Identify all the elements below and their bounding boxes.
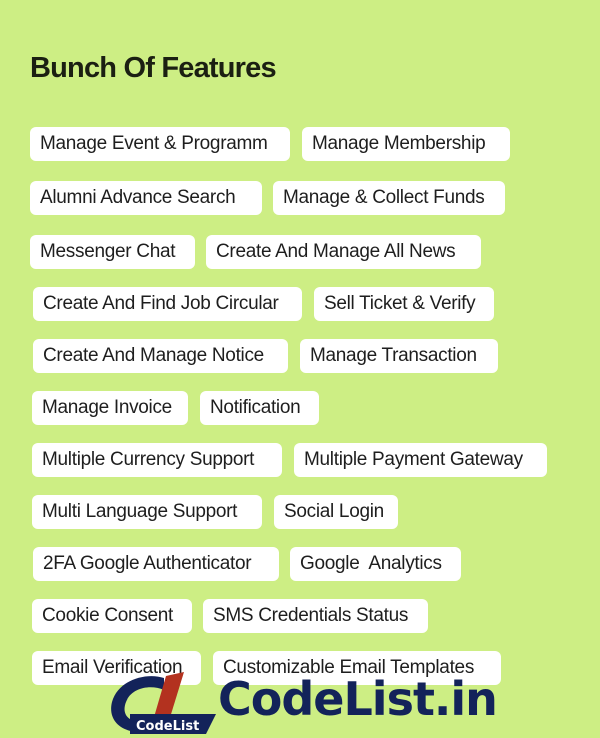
feature-chip: Multiple Currency Support bbox=[32, 443, 282, 477]
feature-chip: Google Analytics bbox=[290, 547, 461, 581]
logo-mark-label: CodeList bbox=[136, 719, 199, 734]
feature-chip: Social Login bbox=[274, 495, 398, 529]
feature-chip: Manage Membership bbox=[302, 127, 510, 161]
feature-chip: Manage Invoice bbox=[32, 391, 188, 425]
feature-chip: Create And Manage All News bbox=[206, 235, 481, 269]
feature-chip: Create And Manage Notice bbox=[33, 339, 288, 373]
section-title: Bunch Of Features bbox=[30, 52, 277, 84]
feature-chip: Messenger Chat bbox=[30, 235, 195, 269]
feature-chip: Notification bbox=[200, 391, 319, 425]
feature-chip: 2FA Google Authenticator bbox=[33, 547, 279, 581]
feature-chip: SMS Credentials Status bbox=[203, 599, 428, 633]
feature-chip: Sell Ticket & Verify bbox=[314, 287, 494, 321]
feature-chip: Alumni Advance Search bbox=[30, 181, 262, 215]
watermark-text: CodeList.in bbox=[218, 672, 498, 726]
feature-chip: Multi Language Support bbox=[32, 495, 262, 529]
feature-chip: Manage & Collect Funds bbox=[273, 181, 505, 215]
feature-chip: Manage Transaction bbox=[300, 339, 498, 373]
feature-chip: Multiple Payment Gateway bbox=[294, 443, 547, 477]
feature-chip: Cookie Consent bbox=[32, 599, 192, 633]
feature-chip: Create And Find Job Circular bbox=[33, 287, 302, 321]
codelist-logo-icon: CodeList bbox=[111, 672, 216, 734]
feature-chip: Manage Event & Programm bbox=[30, 127, 290, 161]
codelist-watermark: CodeList CodeList.in bbox=[106, 666, 498, 738]
